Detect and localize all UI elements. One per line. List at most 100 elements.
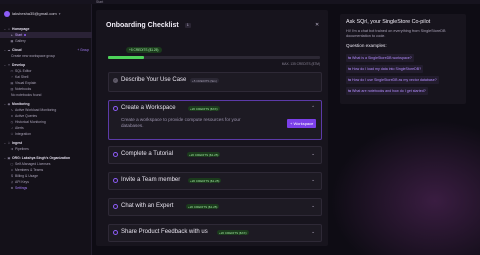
- sidebar-item-label: Alerts: [15, 125, 24, 130]
- billing-icon: $: [11, 173, 13, 178]
- sidebar-item-visual-explain[interactable]: ▤ Visual Explain: [0, 80, 92, 86]
- grid-icon: ▦: [10, 38, 14, 43]
- empty-circle-icon: [113, 178, 118, 183]
- pulse-icon: ∿: [10, 107, 14, 112]
- example-question[interactable]: ⇆ What is a SingleStoreDB workspace?: [346, 54, 414, 62]
- onboarding-checklist-panel: Onboarding Checklist 1 ✕ +5 CREDITS ($1.…: [96, 10, 328, 246]
- credits-badge: +20 CREDITS ($XX): [217, 230, 249, 235]
- sidebar-item-historical-monitoring[interactable]: ◷ Historical Monitoring: [0, 119, 92, 125]
- sidebar-item-label: API Keys: [15, 179, 29, 184]
- sidebar-item-label: Billing & Usage: [15, 173, 38, 178]
- chart-icon: ▤: [10, 80, 14, 85]
- sidebar-item-homepage[interactable]: ⌄ ⌂ Homepage: [0, 26, 92, 32]
- credits-progress-bar: [108, 56, 320, 59]
- card-title: Create a Workspace: [121, 105, 176, 111]
- terminal-icon: ▭: [10, 68, 14, 73]
- bell-icon: ♪: [11, 125, 13, 130]
- card-description: Create a workspace to provide compute re…: [121, 117, 241, 128]
- card-title: Complete a Tutorial: [121, 151, 174, 157]
- license-icon: ▢: [10, 161, 14, 166]
- sidebar-item-start[interactable]: ▸ Start: [0, 32, 92, 38]
- example-question[interactable]: ⇆ What are notebooks and how do I get st…: [346, 87, 428, 95]
- card-title: Describe Your Use Case: [121, 77, 187, 83]
- checklist-card-invite-a-team-member[interactable]: Invite a Team member +20 CREDITS ($1.25) ⌄: [108, 172, 322, 190]
- sidebar-item-label: Homepage: [12, 26, 30, 31]
- sidebar-item-members-teams[interactable]: ☺ Members & Teams: [0, 167, 92, 173]
- sidebar-item-develop[interactable]: ⌄ ‹› Develop: [0, 62, 92, 68]
- add-workspace-button[interactable]: + Workspace: [287, 119, 317, 128]
- sidebar-item-label: Create new workspace group: [11, 53, 56, 58]
- history-icon: ◷: [10, 119, 14, 124]
- sidebar-item-active-queries[interactable]: ≡ Active Queries: [0, 113, 92, 119]
- sidebar-item-alerts[interactable]: ♪ Alerts: [0, 125, 92, 131]
- sidebar-item-billing-usage[interactable]: $ Billing & Usage: [0, 173, 92, 179]
- active-dot: [24, 33, 27, 36]
- pipeline-icon: ⇉: [10, 146, 14, 151]
- sidebar-item-monitoring[interactable]: ⌄ ◉ Monitoring: [0, 101, 92, 107]
- notebook-icon: ▥: [10, 86, 14, 91]
- checklist-card-chat-with-an-expert[interactable]: Chat with an Expert +20 CREDITS ($1.25) ⌄: [108, 198, 322, 216]
- example-question[interactable]: ⇆ How do I load my data into SingleStore…: [346, 65, 424, 73]
- checklist-card-describe-your-use-case[interactable]: ✓ Describe Your Use Case +5 CREDITS ($xx): [108, 72, 322, 92]
- sidebar-item-active-workload-monitoring[interactable]: ∿ Active Workload Monitoring: [0, 107, 92, 113]
- sidebar-item-label: Notebooks: [15, 86, 32, 91]
- sidebar-item-ingest[interactable]: ⌄ ⇩ Ingest: [0, 140, 92, 146]
- sidebar-item-api-keys[interactable]: ⚷ API Keys: [0, 179, 92, 185]
- sqrl-copilot-panel: Ask SQrl, your SingleStore Co-pilot Hi! …: [340, 14, 466, 104]
- plug-icon: ⚇: [10, 131, 14, 136]
- chevron-down-icon[interactable]: ⌄: [311, 203, 315, 209]
- empty-circle-icon: [113, 230, 118, 235]
- sidebar-item-label: Pipelines: [15, 146, 29, 151]
- monitor-icon: ◉: [7, 101, 11, 106]
- sidebar-item-cloud[interactable]: ⌄ ☁ Cloud + Group: [0, 47, 92, 53]
- sidebar-item-label: Active Queries: [15, 113, 38, 118]
- chevron-down-icon[interactable]: ⌄: [311, 229, 315, 235]
- add-group-button[interactable]: + Group: [77, 48, 89, 52]
- chevron-down-icon[interactable]: ⌄: [311, 151, 315, 157]
- empty-circle-icon: [113, 106, 118, 111]
- sidebar-item-create-new-workspace-group[interactable]: Create new workspace group: [0, 53, 92, 59]
- checklist-card-share-product-feedback-with-us[interactable]: Share Product Feedback with us +20 CREDIT…: [108, 224, 322, 242]
- sidebar-item-kai-shell[interactable]: › Kai Shell: [0, 74, 92, 80]
- card-title: Chat with an Expert: [121, 203, 174, 209]
- credits-badge: +5 CREDITS ($xx): [190, 78, 219, 83]
- sidebar-item-pipelines[interactable]: ⇉ Pipelines: [0, 146, 92, 152]
- sidebar-item-gallery[interactable]: ▦ Gallery: [0, 38, 92, 44]
- credits-badge: +20 CREDITS ($XX): [188, 106, 220, 111]
- checklist-card-create-a-workspace[interactable]: Create a Workspace +20 CREDITS ($XX) ⌃ Crea…: [108, 100, 322, 140]
- sidebar-item-no-notebooks-found[interactable]: No notebooks found: [0, 92, 92, 98]
- checklist-title: Onboarding Checklist 1: [106, 22, 191, 29]
- chevron-down-icon[interactable]: ⌄: [311, 177, 315, 183]
- home-icon: ⌂: [8, 26, 10, 31]
- sidebar: lakshesha35@gmail.com ▾ ⌄ ⌂ Homepage ▸ Start…: [0, 4, 92, 255]
- query-icon: ≡: [11, 113, 13, 118]
- sidebar-item-sql-editor[interactable]: ▭ SQL Editor: [0, 68, 92, 74]
- sidebar-item-label: No notebooks found: [11, 92, 42, 97]
- ingest-icon: ⇩: [7, 140, 11, 145]
- empty-circle-icon: [113, 204, 118, 209]
- checklist-card-complete-a-tutorial[interactable]: Complete a Tutorial +20 CREDITS ($1.25) ⌄: [108, 146, 322, 164]
- page-title: Start: [96, 0, 104, 4]
- sqrl-intro: Hi! I'm a chat bot trained on everything…: [346, 29, 446, 38]
- sidebar-item-settings[interactable]: ⚙ Settings: [0, 185, 92, 191]
- background-glow: [330, 120, 480, 255]
- credits-badge: +20 CREDITS ($1.25): [187, 152, 221, 157]
- empty-circle-icon: [113, 152, 118, 157]
- sidebar-item-notebooks[interactable]: ▥ Notebooks: [0, 86, 92, 92]
- sidebar-item-label: Start: [15, 32, 23, 37]
- user-menu[interactable]: lakshesha35@gmail.com ▾: [4, 10, 60, 17]
- examples-heading: Question examples:: [346, 43, 387, 48]
- card-title: Invite a Team member: [121, 177, 181, 183]
- play-icon: ▸: [11, 32, 13, 37]
- sidebar-item-self-managed-licenses[interactable]: ▢ Self-Managed Licenses: [0, 161, 92, 167]
- close-icon[interactable]: ✕: [315, 22, 319, 28]
- sidebar-item-label: Ingest: [12, 140, 22, 145]
- sidebar-item-integration[interactable]: ⚇ Integration: [0, 131, 92, 137]
- example-question[interactable]: ⇆ How do I use SingleStoreDB as my vecto…: [346, 76, 439, 84]
- sidebar-item-label: Visual Explain: [15, 80, 37, 85]
- sidebar-item-org-lakshya-singh-s-organization[interactable]: ⌄ ▣ ORG: Lakshya Singh's Organization: [0, 155, 92, 161]
- chevron-up-icon[interactable]: ⌃: [311, 105, 315, 111]
- sidebar-item-label: Integration: [15, 131, 32, 136]
- sidebar-item-label: Historical Monitoring: [15, 119, 46, 124]
- sidebar-item-label: Self-Managed Licenses: [15, 161, 51, 166]
